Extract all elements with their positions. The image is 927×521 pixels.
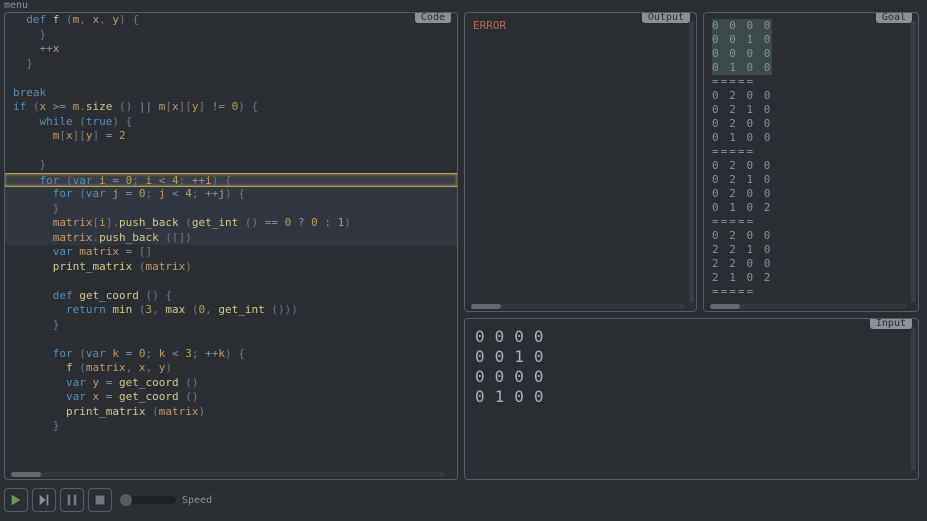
goal-line: 0 0 0 0	[712, 47, 910, 61]
main-layout: Code def f (m, x, y) { } ++x } breakif (x…	[0, 12, 927, 480]
code-line[interactable]: }	[5, 158, 457, 173]
code-line[interactable]	[5, 332, 457, 347]
input-panel: Input 0000001000000100	[464, 318, 919, 480]
goal-content: 0 0 0 00 0 1 00 0 0 00 1 0 0=====0 2 0 0…	[704, 13, 918, 305]
play-button[interactable]	[4, 488, 28, 512]
menu-label[interactable]: menu	[4, 0, 28, 11]
input-line: 0010	[475, 347, 908, 367]
stop-button[interactable]	[88, 488, 112, 512]
goal-line: 0 2 0 0	[712, 159, 910, 173]
goal-v-scrollbar[interactable]	[911, 21, 916, 303]
goal-line: =====	[712, 75, 910, 89]
goal-line: 2 1 0 2	[712, 271, 910, 285]
code-line[interactable]: }	[5, 419, 457, 434]
code-line[interactable]: print_matrix (matrix)	[5, 405, 457, 420]
code-line[interactable]: m[x][y] = 2	[5, 129, 457, 144]
goal-line: 0 2 1 0	[712, 103, 910, 117]
goal-panel-label: Goal	[876, 12, 912, 23]
code-line[interactable]: ++x	[5, 42, 457, 57]
output-v-scrollbar[interactable]	[689, 21, 694, 303]
code-line[interactable]: for (var i = 0; i < 4; ++i) {	[5, 173, 457, 188]
step-icon	[37, 493, 51, 507]
goal-line: =====	[712, 285, 910, 299]
goal-line: 0 1 0 2	[712, 201, 910, 215]
pause-button[interactable]	[60, 488, 84, 512]
input-v-scrollbar[interactable]	[911, 327, 916, 471]
code-line[interactable]: break	[5, 86, 457, 101]
code-editor[interactable]: def f (m, x, y) { } ++x } breakif (x >= m…	[5, 13, 457, 479]
goal-line: 0 1 0 0	[712, 131, 910, 145]
output-h-scrollbar[interactable]	[471, 304, 684, 309]
goal-line: 2 2 1 0	[712, 243, 910, 257]
goal-line: =====	[712, 145, 910, 159]
goal-h-scrollbar[interactable]	[710, 304, 906, 309]
code-line[interactable]: }	[5, 202, 457, 217]
speed-label: Speed	[182, 495, 212, 506]
code-line[interactable]: matrix[i].push_back (get_int () == 0 ? 0…	[5, 216, 457, 231]
goal-line: 2 2 0 0	[712, 257, 910, 271]
step-button[interactable]	[32, 488, 56, 512]
code-line[interactable]: for (var k = 0; k < 3; ++k) {	[5, 347, 457, 362]
code-line[interactable]: return min (3, max (0, get_int ()))	[5, 303, 457, 318]
code-line[interactable]: }	[5, 57, 457, 72]
input-content: 0000001000000100	[465, 319, 918, 415]
speed-slider-thumb[interactable]	[120, 494, 132, 506]
code-line[interactable]: if (x >= m.size () || m[x][y] != 0) {	[5, 100, 457, 115]
control-bar: Speed	[0, 480, 927, 520]
code-panel-label: Code	[415, 12, 451, 23]
goal-panel: Goal 0 0 0 00 0 1 00 0 0 00 1 0 0=====0 …	[703, 12, 919, 312]
code-panel[interactable]: Code def f (m, x, y) { } ++x } breakif (x…	[4, 12, 458, 480]
menu-bar[interactable]: menu	[0, 0, 927, 12]
input-line: 0000	[475, 327, 908, 347]
code-line[interactable]: }	[5, 318, 457, 333]
code-line[interactable]: var matrix = []	[5, 245, 457, 260]
speed-slider[interactable]	[120, 496, 176, 504]
code-line[interactable]: for (var j = 0; j < 4; ++j) {	[5, 187, 457, 202]
code-line[interactable]: matrix.push_back ([])	[5, 231, 457, 246]
code-line[interactable]	[5, 274, 457, 289]
goal-line: 0 2 0 0	[712, 229, 910, 243]
code-line[interactable]: print_matrix (matrix)	[5, 260, 457, 275]
goal-line: 0 2 0 0	[712, 187, 910, 201]
stop-icon	[93, 493, 107, 507]
goal-line: 0 2 0 0	[712, 117, 910, 131]
code-line[interactable]: def f (m, x, y) {	[5, 13, 457, 28]
code-line[interactable]: def get_coord () {	[5, 289, 457, 304]
goal-line: 0 2 1 0	[712, 173, 910, 187]
goal-line: =====	[712, 215, 910, 229]
code-line[interactable]: var x = get_coord ()	[5, 390, 457, 405]
input-line: 0100	[475, 387, 908, 407]
pause-icon	[65, 493, 79, 507]
code-line[interactable]: f (matrix, x, y)	[5, 361, 457, 376]
code-h-scrollbar[interactable]	[11, 472, 445, 477]
code-line[interactable]	[5, 144, 457, 159]
code-line[interactable]: while (true) {	[5, 115, 457, 130]
output-panel: Output ERROR	[464, 12, 697, 312]
goal-line: 0 0 1 0	[712, 33, 910, 47]
output-panel-label: Output	[642, 12, 690, 23]
play-icon	[9, 493, 23, 507]
code-line[interactable]: var y = get_coord ()	[5, 376, 457, 391]
goal-line: 0 2 0 0	[712, 89, 910, 103]
input-line: 0000	[475, 367, 908, 387]
code-line[interactable]	[5, 71, 457, 86]
input-panel-label: Input	[870, 318, 912, 329]
code-line[interactable]: }	[5, 28, 457, 43]
goal-line: 0 1 0 0	[712, 61, 910, 75]
